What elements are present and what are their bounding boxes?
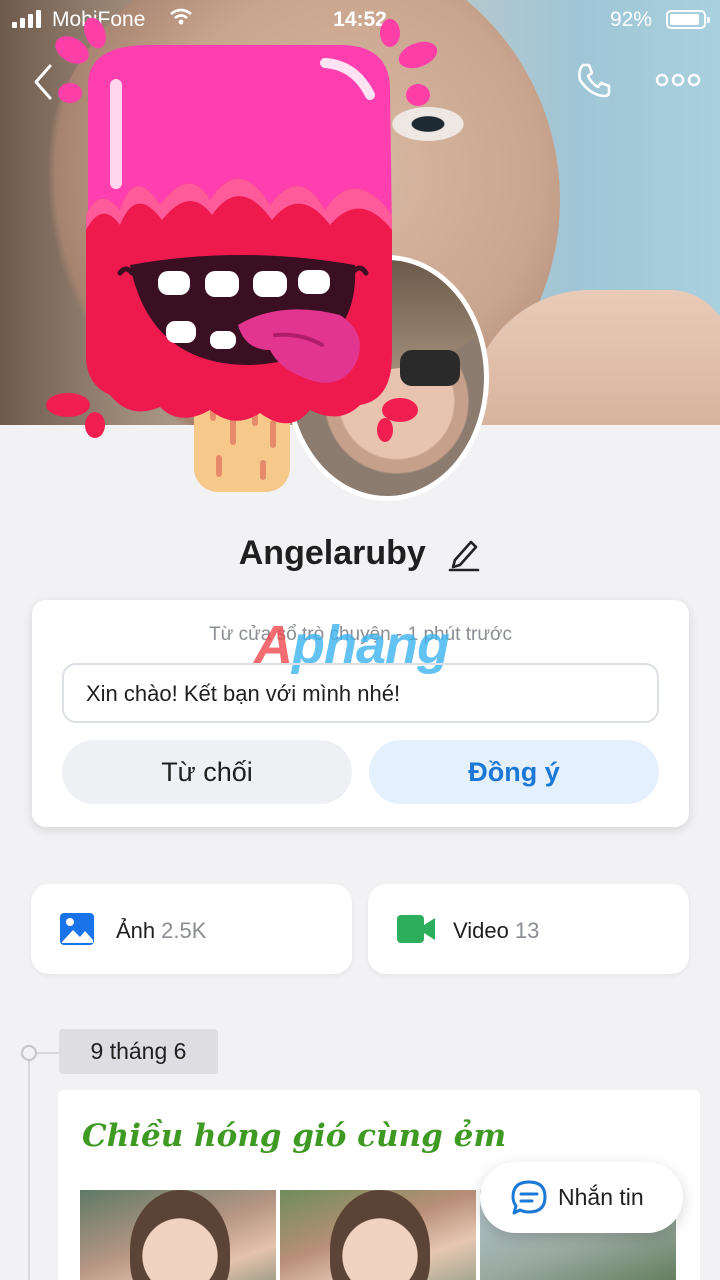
message-button[interactable]: Nhắn tin <box>480 1162 683 1233</box>
profile-name-text: Angelaruby <box>238 533 426 572</box>
videos-count: 13 <box>514 918 540 943</box>
timeline-date: 9 tháng 6 <box>59 1029 218 1074</box>
post-photo[interactable] <box>80 1190 276 1280</box>
video-camera-icon <box>396 912 435 946</box>
post-caption: Chiều hóng gió cùng ẻm <box>82 1118 507 1154</box>
accept-button[interactable]: Đồng ý <box>369 740 659 804</box>
videos-label: Video 13 <box>453 918 540 943</box>
battery-icon <box>666 10 710 29</box>
post-photo[interactable] <box>280 1190 476 1280</box>
friend-request-card: Từ cửa sổ trò chuyện - 1 phút trước Apha… <box>32 600 689 827</box>
photos-count: 2.5K <box>161 918 207 943</box>
videos-tile[interactable]: Video 13 <box>368 884 689 974</box>
decline-button[interactable]: Từ chối <box>62 740 352 804</box>
profile-name: Angelaruby <box>0 532 720 573</box>
chat-bubble-icon <box>510 1179 548 1217</box>
phone-icon[interactable] <box>574 60 614 100</box>
pencil-icon[interactable] <box>447 534 481 572</box>
photos-tile[interactable]: Ảnh 2.5K <box>31 884 352 974</box>
timeline-dot <box>21 1045 37 1061</box>
more-icon[interactable] <box>654 70 702 90</box>
message-button-label: Nhắn tin <box>558 1184 644 1210</box>
battery-percent: 92% <box>610 8 653 31</box>
popsicle-sticker <box>40 15 460 505</box>
timeline-connector <box>37 1052 59 1054</box>
photos-label: Ảnh 2.5K <box>116 918 207 943</box>
image-icon <box>59 912 95 946</box>
timeline-line <box>28 1052 30 1280</box>
request-message: Xin chào! Kết bạn với mình nhé! <box>62 663 659 723</box>
